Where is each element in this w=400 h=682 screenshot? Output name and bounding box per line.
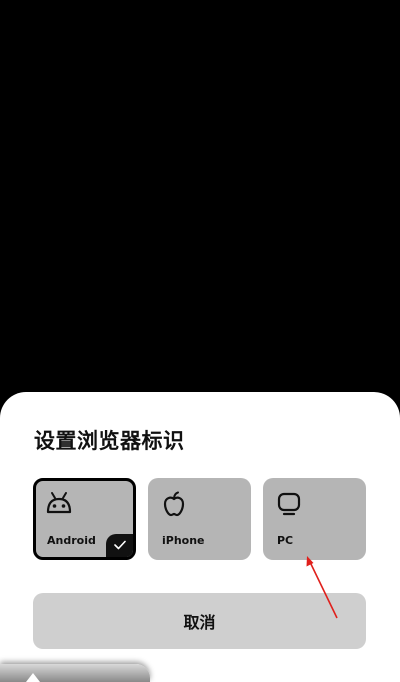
check-icon — [114, 540, 126, 550]
apple-icon — [160, 490, 188, 518]
android-icon — [45, 490, 73, 518]
option-iphone-label: iPhone — [162, 534, 205, 547]
option-android-label: Android — [47, 534, 96, 547]
cancel-button[interactable]: 取消 — [33, 593, 366, 649]
up-arrow-icon[interactable] — [26, 673, 40, 682]
monitor-icon — [275, 490, 303, 518]
browser-identity-sheet: 设置浏览器标识 Android iPhone PC 取消 — [0, 392, 400, 682]
option-android[interactable]: Android — [33, 478, 136, 560]
screen: 设置浏览器标识 Android iPhone PC 取消 — [0, 0, 400, 682]
selected-badge — [106, 534, 133, 557]
bottom-navigation-bar — [0, 664, 150, 682]
option-pc-label: PC — [277, 534, 294, 547]
option-iphone[interactable]: iPhone — [148, 478, 251, 560]
option-pc[interactable]: PC — [263, 478, 366, 560]
sheet-title: 设置浏览器标识 — [34, 429, 185, 453]
